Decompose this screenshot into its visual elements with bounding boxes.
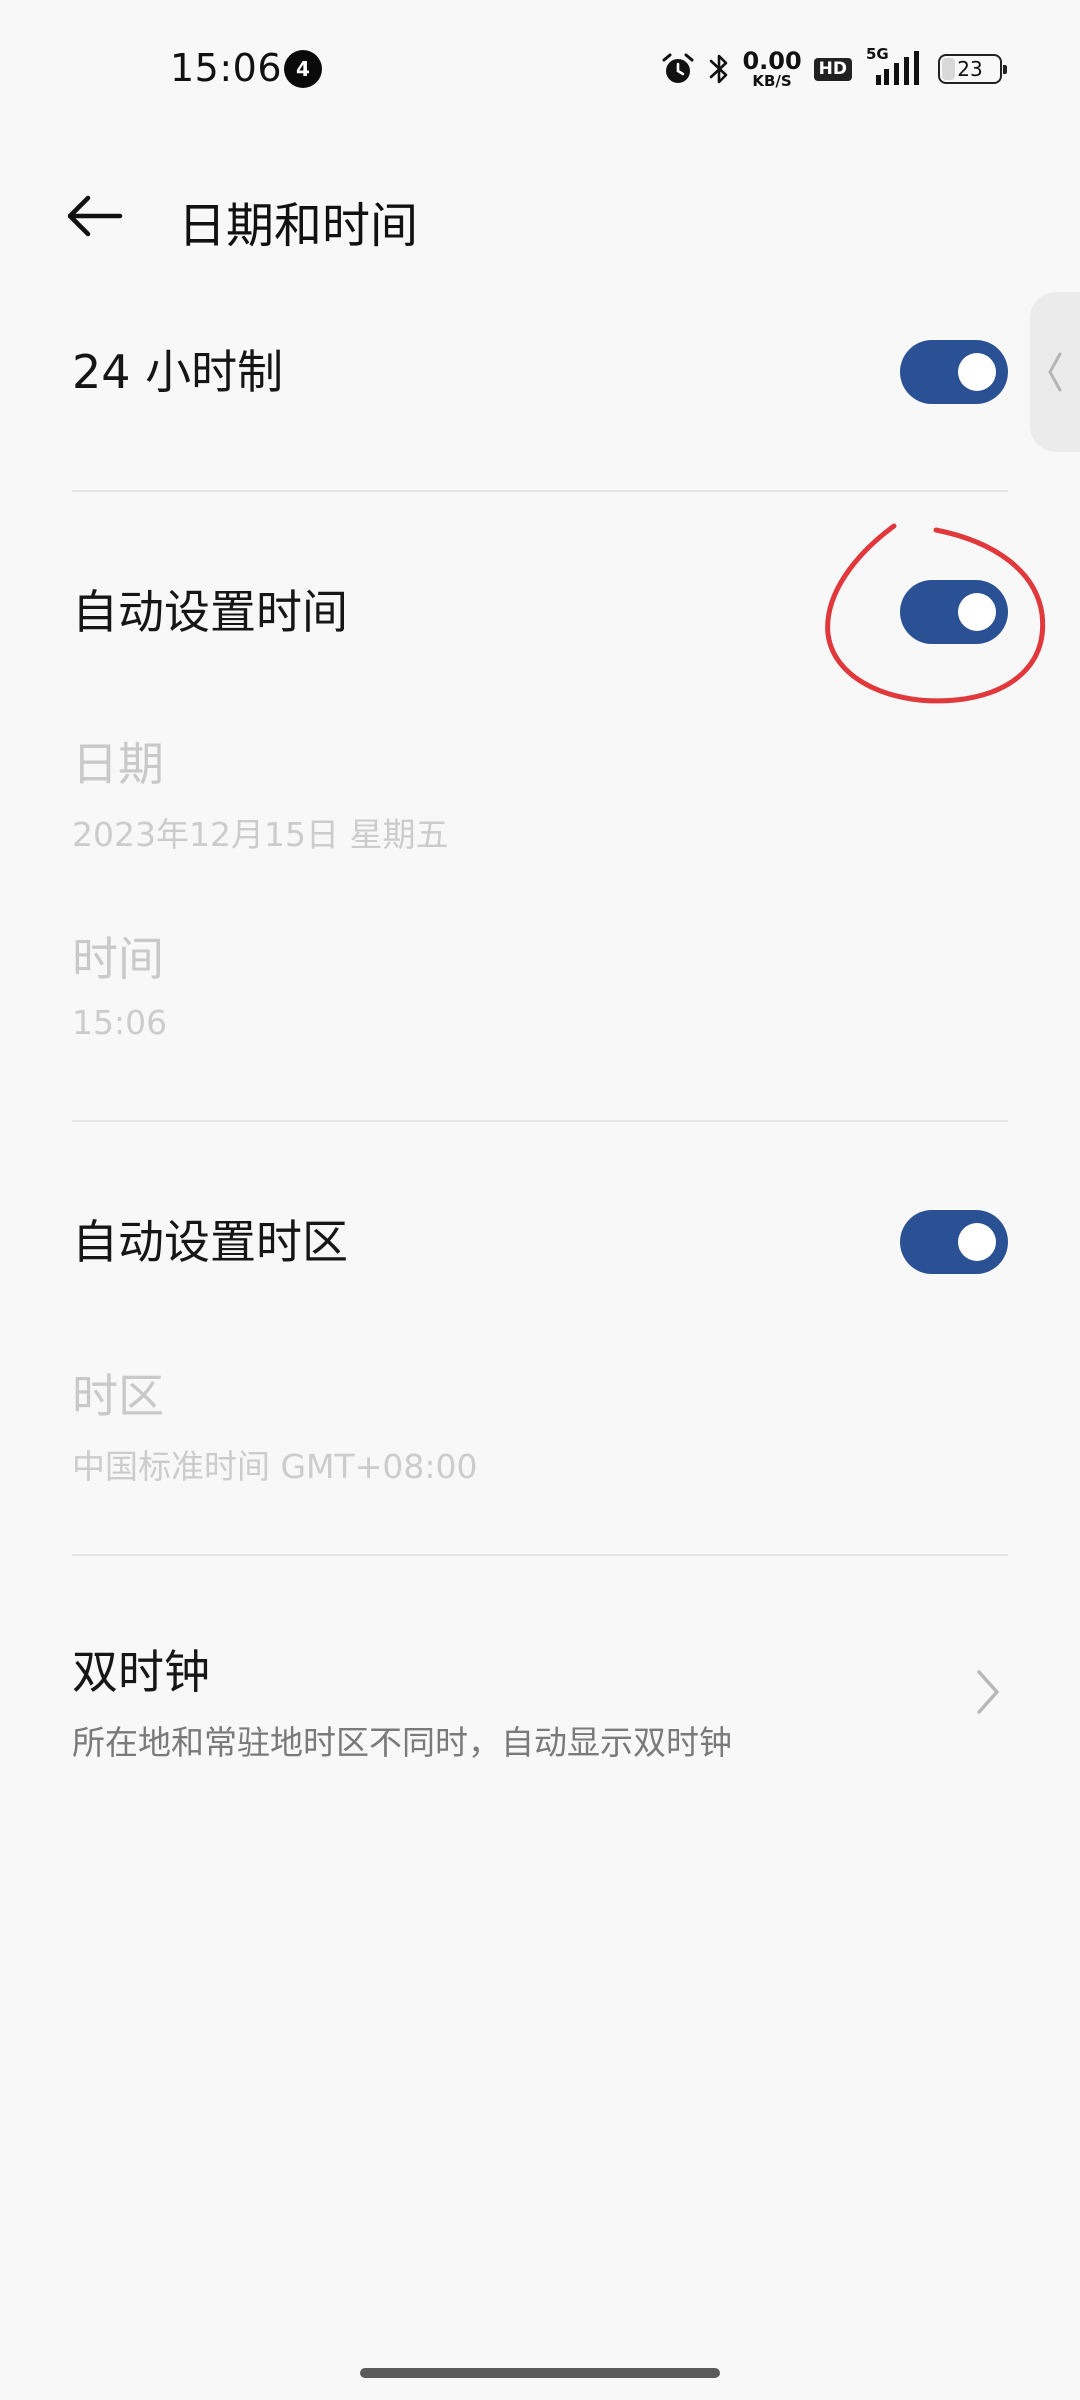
status-time: 15:06: [170, 46, 283, 90]
setting-value-timezone: 中国标准时间 GMT+08:00: [72, 1447, 478, 1486]
network-speed-unit: KB/S: [752, 72, 792, 90]
annotation-circle: [825, 523, 1046, 704]
battery-level: 23: [957, 57, 983, 81]
status-icons: 0.00 KB/S HD 5G 23: [660, 44, 1007, 94]
status-bar: 15:06 4 0.00 KB/S HD 5G 23: [0, 0, 1080, 140]
setting-label-dual-clock: 双时钟: [72, 1645, 210, 1699]
signal-icon: 5G: [864, 45, 926, 89]
bluetooth-icon: [708, 51, 730, 87]
setting-label-time: 时间: [72, 932, 164, 986]
setting-description-dual-clock: 所在地和常驻地时区不同时，自动显示双时钟: [72, 1723, 732, 1762]
divider: [72, 490, 1008, 492]
toggle-24-hour[interactable]: [900, 340, 1008, 404]
setting-label-date: 日期: [72, 737, 164, 791]
setting-row-24-hour[interactable]: 24 小时制: [72, 338, 1008, 406]
setting-label-24-hour: 24 小时制: [72, 345, 284, 399]
divider: [72, 1120, 1008, 1122]
notification-count-badge: 4: [284, 50, 322, 88]
back-button[interactable]: [62, 184, 126, 248]
setting-row-timezone: 时区 中国标准时间 GMT+08:00: [72, 1360, 1008, 1488]
toggle-auto-timezone[interactable]: [900, 1210, 1008, 1274]
setting-value-time: 15:06: [72, 1003, 168, 1042]
arrow-left-icon: [67, 195, 123, 237]
setting-row-dual-clock[interactable]: 双时钟 所在地和常驻地时区不同时，自动显示双时钟: [72, 1636, 1008, 1766]
app-header: 日期和时间: [0, 160, 1080, 270]
setting-label-auto-timezone: 自动设置时区: [72, 1215, 348, 1269]
chevron-left-icon: [1048, 352, 1062, 392]
setting-value-date: 2023年12月15日 星期五: [72, 815, 449, 854]
setting-label-timezone: 时区: [72, 1369, 164, 1423]
battery-icon: 23: [938, 54, 1007, 84]
chevron-right-icon: [968, 1662, 1008, 1722]
hd-badge: HD: [813, 57, 852, 81]
network-speed-value: 0.00: [742, 47, 802, 75]
page-title: 日期和时间: [178, 198, 419, 254]
setting-row-time: 时间 15:06: [72, 923, 1008, 1042]
network-speed: 0.00 KB/S: [742, 49, 801, 89]
home-indicator[interactable]: [360, 2368, 720, 2378]
alarm-icon: [660, 51, 696, 87]
setting-row-date: 日期 2023年12月15日 星期五: [72, 728, 1008, 856]
divider: [72, 1554, 1008, 1556]
setting-row-auto-timezone[interactable]: 自动设置时区: [72, 1208, 1008, 1276]
edge-panel-handle[interactable]: [1030, 292, 1080, 452]
